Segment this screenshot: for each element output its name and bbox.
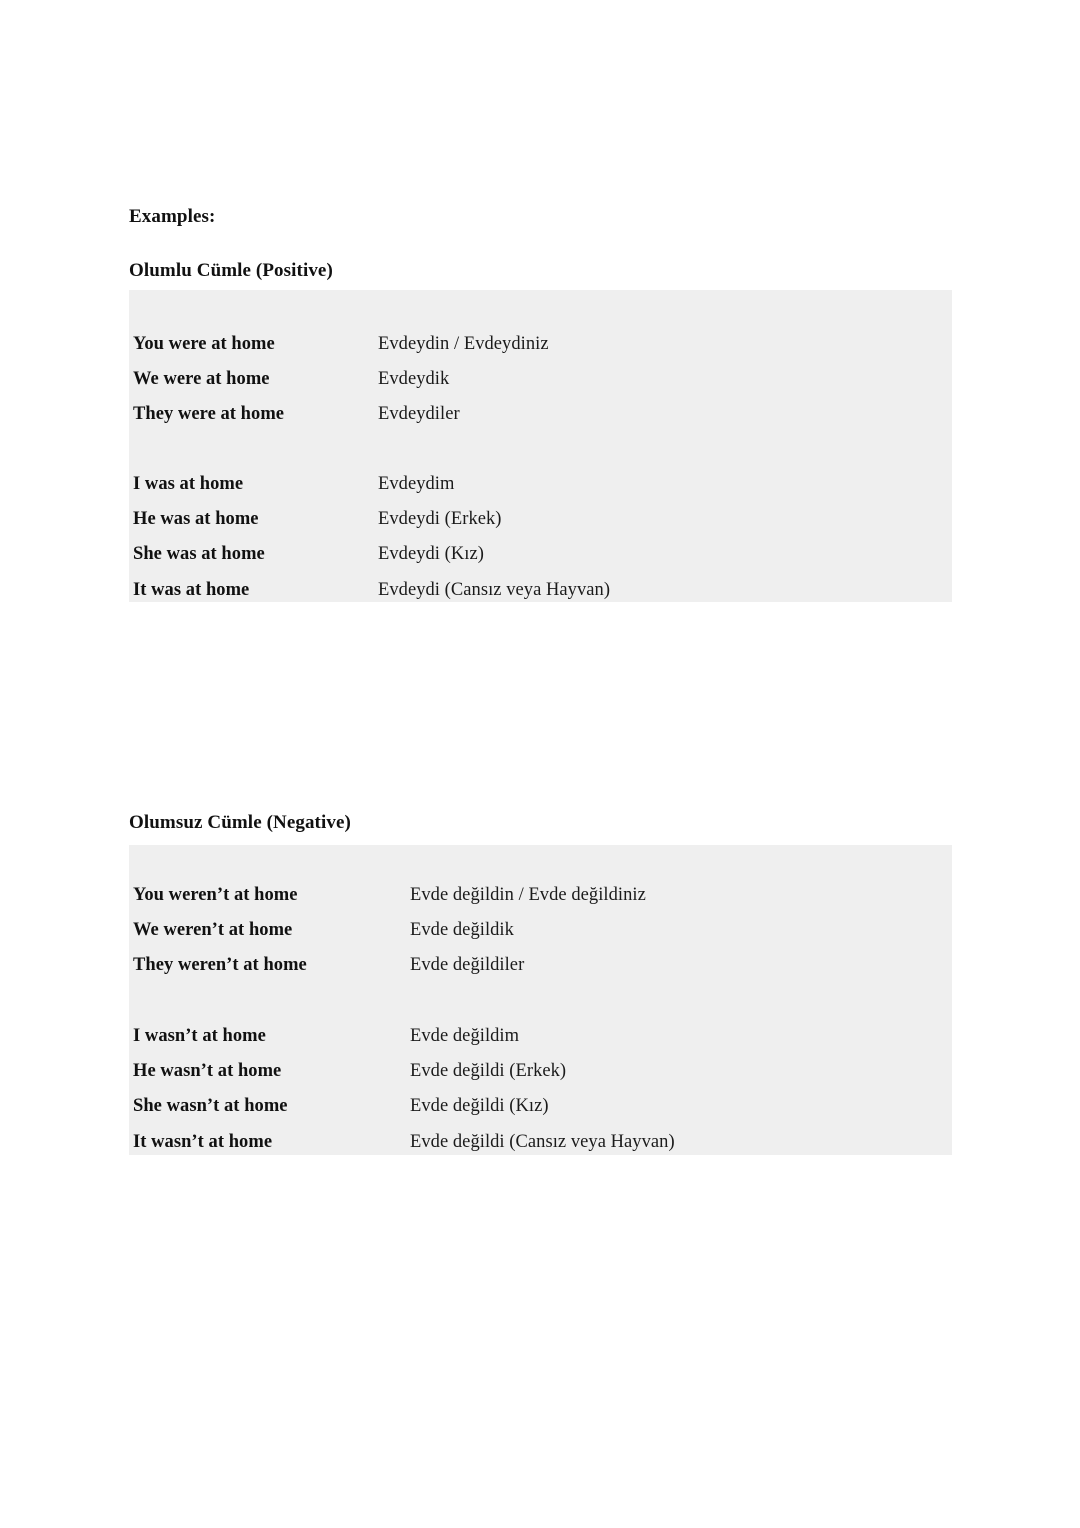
turkish-translation: Evdeydi (Cansız veya Hayvan) — [378, 579, 611, 600]
english-sentence: You were at home — [133, 334, 275, 354]
table-row: You weren’t at home Evde değildin / Evde… — [129, 878, 952, 913]
table-row: You were at home Evdeydin / Evdeydiniz — [129, 327, 952, 362]
turkish-translation: Evde değildi (Erkek) — [410, 1061, 567, 1082]
english-sentence: I wasn’t at home — [133, 1026, 266, 1046]
turkish-translation: Evdeydi (Kız) — [378, 544, 484, 565]
english-sentence: They were at home — [133, 404, 285, 425]
turkish-translation: Evdeydik — [378, 369, 450, 390]
turkish-translation: Evdeydim — [378, 474, 455, 494]
document-page: Examples: Olumlu Cümle (Positive) You we… — [0, 0, 1080, 1528]
table-row: He was at home Evdeydi (Erkek) — [129, 502, 952, 537]
table-row: She was at home Evdeydi (Kız) — [129, 537, 952, 572]
turkish-translation: Evdeydin / Evdeydiniz — [378, 334, 549, 354]
turkish-translation: Evde değildiler — [410, 955, 525, 976]
table-row: It wasn’t at home Evde değildi (Cansız v… — [129, 1125, 952, 1160]
english-sentence: He was at home — [133, 509, 259, 530]
table-row: They were at home Evdeydiler — [129, 397, 952, 432]
english-sentence: She wasn’t at home — [133, 1096, 288, 1117]
english-sentence: They weren’t at home — [133, 955, 307, 976]
turkish-translation: Evde değildim — [410, 1026, 520, 1046]
table-row: She wasn’t at home Evde değildi (Kız) — [129, 1089, 952, 1124]
table-row: It was at home Evdeydi (Cansız veya Hayv… — [129, 573, 952, 608]
english-sentence: We weren’t at home — [133, 920, 293, 941]
turkish-translation: Evdeydi (Erkek) — [378, 509, 502, 530]
turkish-translation: Evdeydiler — [378, 404, 460, 425]
negative-section-heading: Olumsuz Cümle (Negative) — [129, 812, 351, 833]
positive-examples-table: You were at home Evdeydin / Evdeydiniz W… — [129, 290, 952, 602]
english-sentence: It wasn’t at home — [133, 1131, 273, 1152]
table-row: They weren’t at home Evde değildiler — [129, 948, 952, 983]
negative-examples-table: You weren’t at home Evde değildin / Evde… — [129, 845, 952, 1155]
table-row: He wasn’t at home Evde değildi (Erkek) — [129, 1054, 952, 1089]
negative-plural-row-group: You weren’t at home Evde değildin / Evde… — [129, 878, 952, 984]
english-sentence: We were at home — [133, 369, 270, 390]
table-row: We weren’t at home Evde değildik — [129, 913, 952, 948]
english-sentence: I was at home — [133, 474, 244, 494]
positive-singular-row-group: I was at home Evdeydim He was at home Ev… — [129, 467, 952, 608]
english-sentence: It was at home — [133, 579, 250, 600]
turkish-translation: Evde değildi (Cansız veya Hayvan) — [410, 1131, 675, 1152]
table-row: I wasn’t at home Evde değildim — [129, 1019, 952, 1054]
table-row: We were at home Evdeydik — [129, 362, 952, 397]
negative-singular-row-group: I wasn’t at home Evde değildim He wasn’t… — [129, 1019, 952, 1160]
english-sentence: She was at home — [133, 544, 265, 565]
english-sentence: He wasn’t at home — [133, 1061, 282, 1082]
turkish-translation: Evde değildi (Kız) — [410, 1096, 549, 1117]
table-row: I was at home Evdeydim — [129, 467, 952, 502]
turkish-translation: Evde değildik — [410, 920, 514, 941]
positive-plural-row-group: You were at home Evdeydin / Evdeydiniz W… — [129, 327, 952, 433]
turkish-translation: Evde değildin / Evde değildiniz — [410, 885, 646, 905]
examples-heading: Examples: — [129, 206, 216, 227]
english-sentence: You weren’t at home — [133, 885, 298, 905]
positive-section-heading: Olumlu Cümle (Positive) — [129, 260, 333, 281]
